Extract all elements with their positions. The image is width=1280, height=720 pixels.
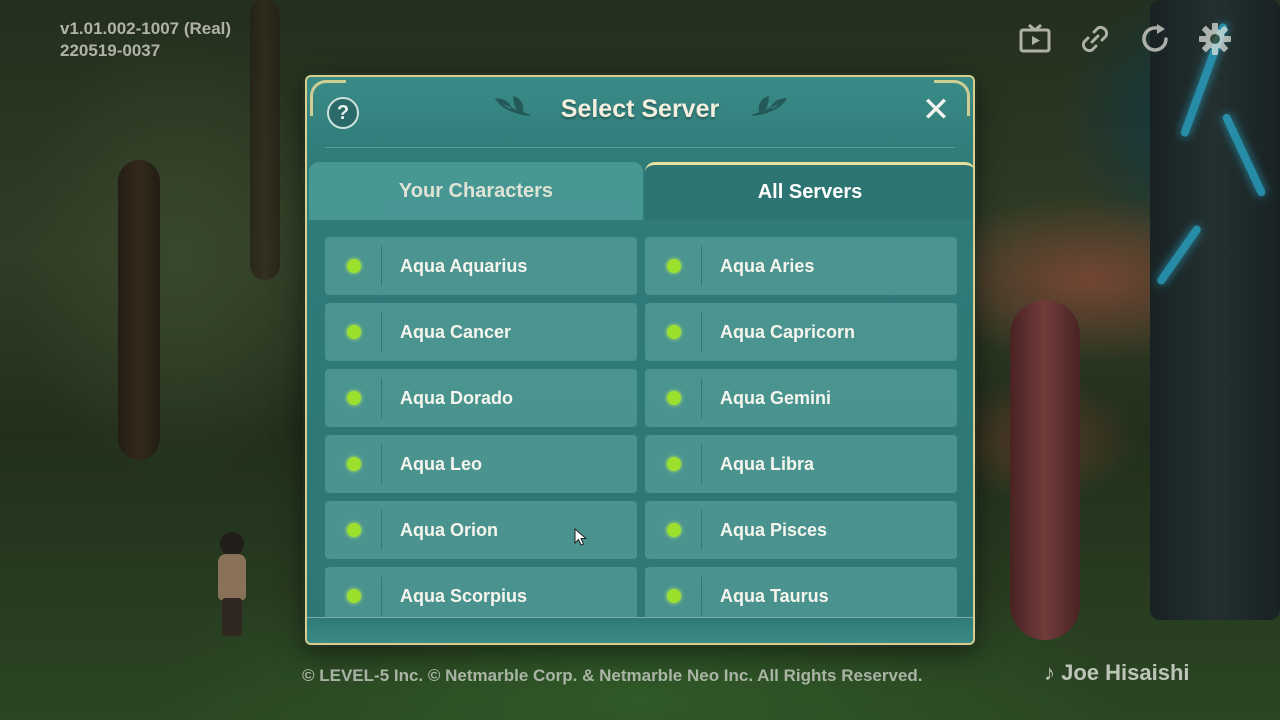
server-item[interactable]: Aqua Orion: [325, 501, 637, 559]
tab-your-characters[interactable]: Your Characters: [309, 162, 643, 220]
version-label: v1.01.002-1007 (Real): [60, 19, 232, 38]
build-label: 220519-0037: [60, 41, 161, 60]
online-status-icon: [347, 391, 361, 405]
select-server-dialog: ? Select Server ✕ Your Characters All Se…: [305, 75, 975, 645]
server-item[interactable]: Aqua Scorpius: [325, 567, 637, 623]
top-toolbar: [1018, 22, 1232, 56]
mouse-cursor-icon: [574, 528, 588, 546]
tv-icon[interactable]: [1018, 22, 1052, 56]
server-item[interactable]: Aqua Capricorn: [645, 303, 957, 361]
tab-all-servers[interactable]: All Servers: [645, 162, 973, 220]
server-name: Aqua Scorpius: [400, 585, 528, 606]
dialog-title: Select Server: [560, 95, 720, 123]
server-item[interactable]: Aqua Cancer: [325, 303, 637, 361]
refresh-icon[interactable]: [1138, 22, 1172, 56]
close-button[interactable]: ✕: [919, 91, 953, 129]
music-credit: ♪ Joe Hisaishi: [1044, 660, 1190, 685]
copyright-text: © LEVEL-5 Inc. © Netmarble Corp. & Netma…: [302, 666, 923, 685]
online-status-icon: [667, 457, 681, 471]
online-status-icon: [347, 523, 361, 537]
server-name: Aqua Aries: [720, 255, 815, 276]
server-name: Aqua Pisces: [720, 519, 828, 540]
server-item[interactable]: Aqua Aquarius: [325, 237, 637, 295]
online-status-icon: [667, 391, 681, 405]
title-divider: [325, 147, 955, 148]
server-name: Aqua Aquarius: [400, 255, 528, 276]
server-item[interactable]: Aqua Dorado: [325, 369, 637, 427]
server-name: Aqua Gemini: [720, 387, 832, 408]
leaf-ornament-icon: [751, 95, 788, 116]
server-item[interactable]: Aqua Gemini: [645, 369, 957, 427]
server-name: Aqua Cancer: [400, 321, 512, 342]
version-info: v1.01.002-1007 (Real) 220519-0037: [60, 18, 231, 62]
online-status-icon: [667, 589, 681, 603]
online-status-icon: [347, 457, 361, 471]
online-status-icon: [667, 325, 681, 339]
server-name: Aqua Taurus: [720, 585, 829, 606]
server-item[interactable]: Aqua Leo: [325, 435, 637, 493]
online-status-icon: [667, 523, 681, 537]
server-name: Aqua Orion: [400, 519, 498, 540]
server-name: Aqua Capricorn: [720, 321, 856, 342]
online-status-icon: [347, 589, 361, 603]
online-status-icon: [347, 259, 361, 273]
server-item[interactable]: Aqua Taurus: [645, 567, 957, 623]
server-name: Aqua Dorado: [400, 387, 514, 408]
server-item[interactable]: Aqua Aries: [645, 237, 957, 295]
server-item[interactable]: Aqua Pisces: [645, 501, 957, 559]
server-item[interactable]: Aqua Libra: [645, 435, 957, 493]
gear-icon[interactable]: [1198, 22, 1232, 56]
link-icon[interactable]: [1078, 22, 1112, 56]
server-tabs: Your Characters All Servers: [309, 162, 973, 220]
dialog-footer-bar: [307, 617, 973, 643]
online-status-icon: [667, 259, 681, 273]
online-status-icon: [347, 325, 361, 339]
server-name: Aqua Libra: [720, 453, 815, 474]
server-list: Aqua Aquarius Aqua Aries Aqua Cancer Aqu…: [325, 237, 959, 623]
server-name: Aqua Leo: [400, 453, 483, 474]
